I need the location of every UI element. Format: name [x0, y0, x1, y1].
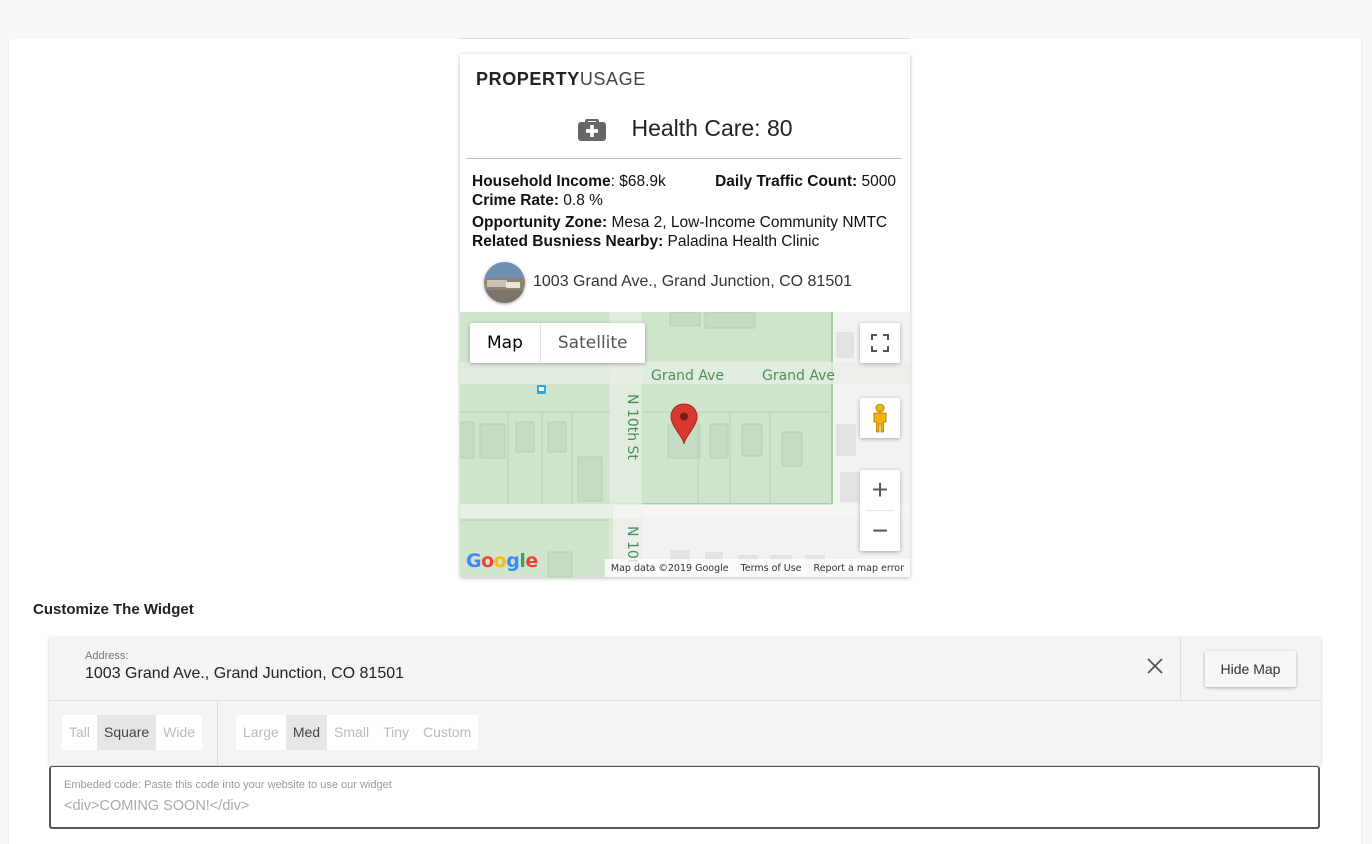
map-data-attribution: Map data ©2019 Google [610, 562, 729, 574]
zoom-in-button[interactable]: + [860, 470, 900, 510]
widget-brand: PROPERTYUSAGE [476, 69, 646, 90]
street-label-n-10th-st: N 10th St [624, 394, 640, 460]
shape-option-square[interactable]: Square [97, 715, 157, 750]
fullscreen-button[interactable] [860, 323, 900, 363]
daily-traffic: Daily Traffic Count: 5000 [715, 172, 896, 191]
report-map-error-link[interactable]: Report a map error [814, 563, 904, 574]
map-type-satellite-button[interactable]: Satellite [539, 323, 645, 363]
size-option-small[interactable]: Small [327, 715, 376, 750]
size-option-tiny[interactable]: Tiny [376, 715, 416, 750]
household-income-label: Household Income [472, 173, 611, 190]
widget-top-line [460, 38, 910, 39]
brand-bold: PROPERTY [476, 69, 580, 89]
health-care-score: Health Care: 80 [631, 114, 793, 141]
crime-rate-value: 0.8 % [559, 192, 603, 209]
clear-address-icon[interactable] [1144, 655, 1166, 677]
size-selector: Large Med Small Tiny Custom [236, 715, 479, 750]
map-type-toggle: Map Satellite [470, 323, 645, 363]
stats-block: Household Income: $68.9k Daily Traffic C… [472, 172, 902, 251]
related-business-label: Related Busniess Nearby: [472, 233, 664, 250]
household-income-value: : $68.9k [610, 173, 666, 190]
terms-of-use-link[interactable]: Terms of Use [741, 563, 802, 574]
map-view[interactable]: Map Satellite + − Grand Ave Grand Ave N … [460, 312, 910, 577]
related-business-value: Paladina Health Clinic [663, 233, 820, 250]
zoom-out-button[interactable]: − [860, 511, 900, 551]
crime-rate-label: Crime Rate: [472, 192, 559, 209]
google-logo: Google [466, 550, 538, 572]
zoom-controls: + − [860, 470, 900, 551]
medical-bag-icon [578, 119, 607, 141]
customize-form: Address: 1003 Grand Ave., Grand Junction… [49, 637, 1321, 765]
size-option-large[interactable]: Large [236, 715, 286, 750]
pegman-icon [873, 403, 887, 433]
hide-map-button[interactable]: Hide Map [1205, 651, 1296, 687]
address-input[interactable]: 1003 Grand Ave., Grand Junction, CO 8150… [85, 665, 404, 683]
customize-title: Customize The Widget [33, 601, 194, 618]
stats-row-4: Related Busniess Nearby: Paladina Health… [472, 232, 902, 251]
map-footer: Map data ©2019 Google Terms of Use Repor… [604, 559, 910, 577]
stats-row-2: Crime Rate: 0.8 % [472, 191, 902, 210]
widget-address: 1003 Grand Ave., Grand Junction, CO 8150… [533, 273, 853, 290]
street-label-grand-ave-1: Grand Ave [651, 368, 725, 384]
street-label-grand-ave-2: Grand Ave [762, 368, 836, 384]
stats-row-3: Opportunity Zone: Mesa 2, Low-Income Com… [472, 213, 902, 232]
size-option-med[interactable]: Med [285, 715, 328, 750]
opportunity-zone-label: Opportunity Zone: [472, 214, 608, 231]
shape-selector: Tall Square Wide [62, 715, 203, 750]
daily-traffic-label: Daily Traffic Count: [715, 173, 858, 190]
address-label: Address: [85, 650, 129, 662]
widget-address-row: 1003 Grand Ave., Grand Junction, CO 8150… [484, 261, 852, 303]
property-photo-avatar [484, 261, 525, 303]
map-type-map-button[interactable]: Map [470, 323, 540, 363]
daily-traffic-value: 5000 [857, 173, 897, 190]
embed-code-label: Embeded code: Paste this code into your … [64, 779, 392, 791]
widget-divider [466, 158, 902, 159]
shape-option-wide[interactable]: Wide [156, 715, 202, 750]
embed-code-value[interactable]: <div>COMING SOON!</div> [64, 798, 249, 814]
property-usage-widget: PROPERTYUSAGE Health Care: 80 Household … [460, 54, 910, 577]
fullscreen-icon [871, 334, 889, 352]
widget-headline: Health Care: 80 [460, 108, 910, 148]
brand-light: USAGE [579, 69, 646, 89]
embed-code-field[interactable]: Embeded code: Paste this code into your … [49, 766, 1320, 829]
opportunity-zone-value: Mesa 2, Low-Income Community NMTC [607, 214, 888, 231]
size-option-custom[interactable]: Custom [416, 715, 478, 750]
street-view-button[interactable] [860, 398, 900, 438]
shape-option-tall[interactable]: Tall [62, 715, 97, 750]
stats-row-1: Household Income: $68.9k Daily Traffic C… [472, 172, 902, 191]
